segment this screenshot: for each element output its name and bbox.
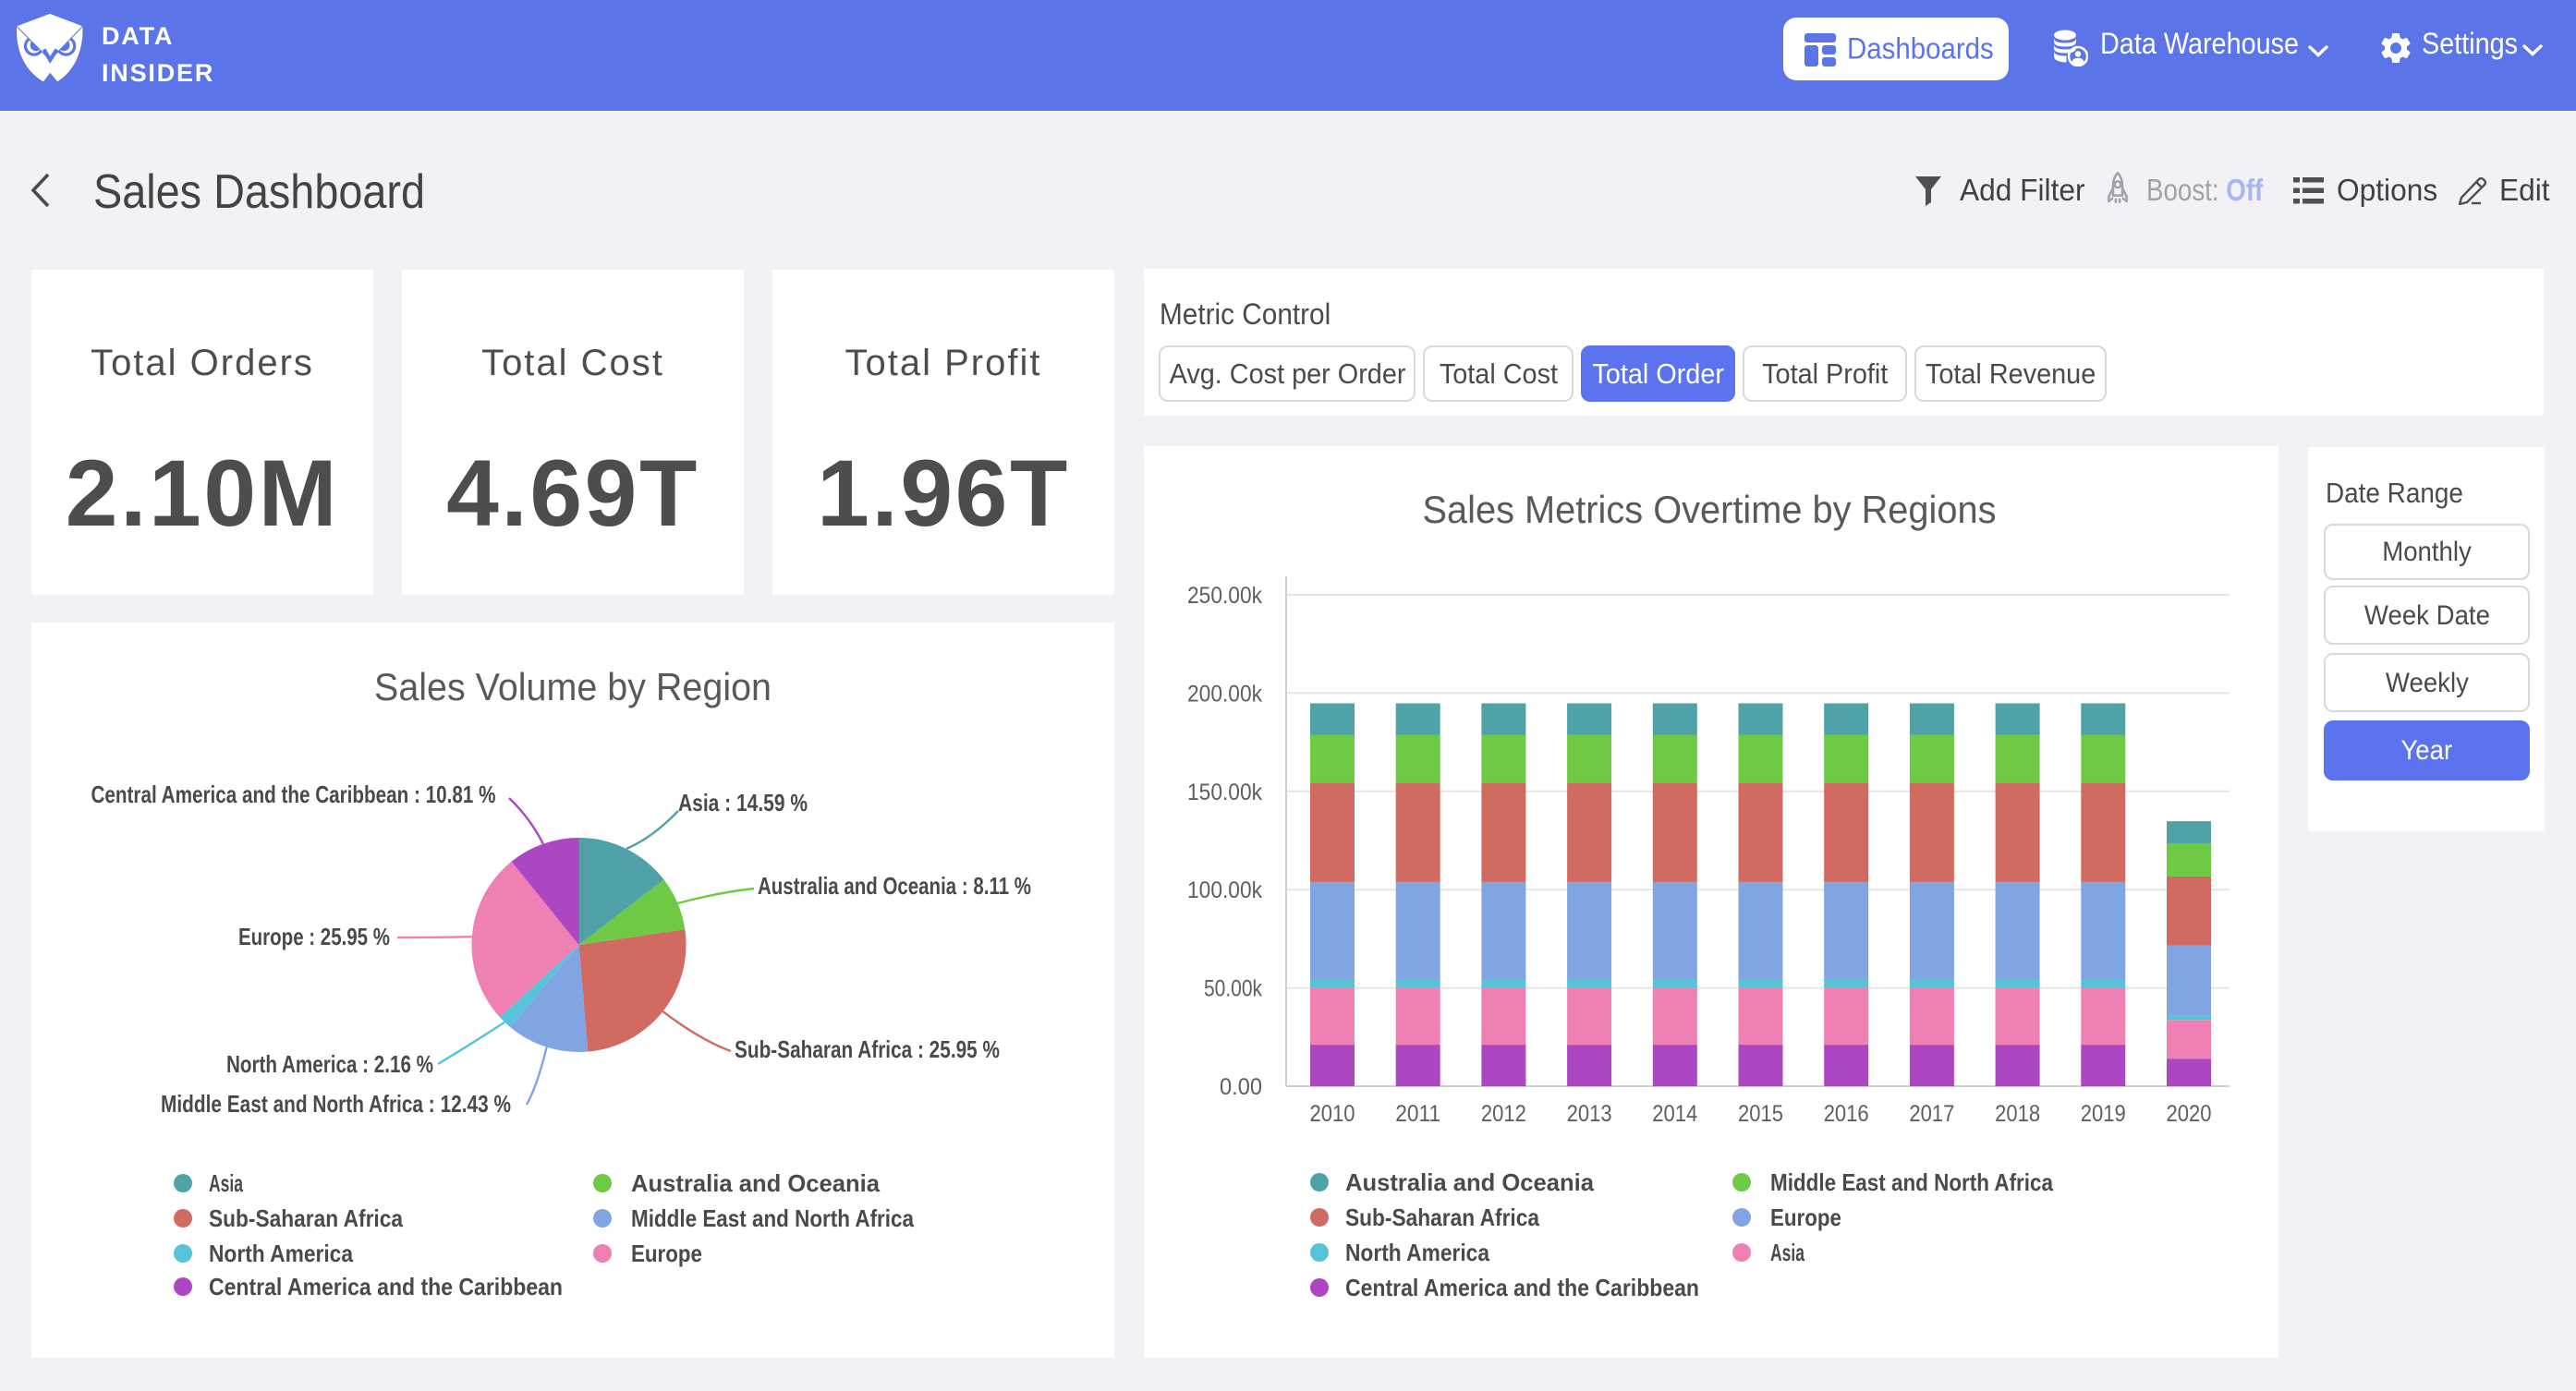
- svg-text:Australia and Oceania: Australia and Oceania: [631, 1169, 881, 1197]
- svg-text:2016: 2016: [1824, 1101, 1869, 1127]
- svg-text:Sales Volume by Region: Sales Volume by Region: [374, 665, 772, 708]
- svg-text:Sub-Saharan Africa : 25.95 %: Sub-Saharan Africa : 25.95 %: [735, 1035, 1000, 1063]
- svg-text:Central America and the Caribb: Central America and the Caribbean: [209, 1273, 563, 1300]
- svg-text:2013: 2013: [1567, 1101, 1612, 1127]
- svg-text:2011: 2011: [1395, 1101, 1440, 1127]
- svg-text:2018: 2018: [1995, 1101, 2040, 1127]
- svg-text:100.00k: 100.00k: [1187, 877, 1262, 903]
- svg-text:150.00k: 150.00k: [1187, 780, 1262, 805]
- svg-text:250.00k: 250.00k: [1187, 583, 1262, 609]
- svg-text:North America : 2.16 %: North America : 2.16 %: [226, 1050, 433, 1078]
- svg-text:Central America and the Caribb: Central America and the Caribbean: [1345, 1274, 1699, 1301]
- svg-text:Middle East and North Africa :: Middle East and North Africa : 12.43 %: [161, 1090, 511, 1118]
- svg-text:Middle East and North Africa: Middle East and North Africa: [631, 1204, 914, 1232]
- svg-text:2010: 2010: [1310, 1101, 1355, 1127]
- svg-text:Australia and Oceania: Australia and Oceania: [1345, 1168, 1595, 1196]
- svg-text:2017: 2017: [1909, 1101, 1954, 1127]
- svg-text:2015: 2015: [1738, 1101, 1783, 1127]
- svg-text:Central America and the Caribb: Central America and the Caribbean : 10.8…: [91, 780, 496, 808]
- svg-text:North America: North America: [1345, 1239, 1489, 1266]
- svg-text:North America: North America: [209, 1240, 353, 1267]
- svg-text:Asia: Asia: [209, 1169, 243, 1197]
- svg-text:Australia and Oceania : 8.11 %: Australia and Oceania : 8.11 %: [758, 872, 1031, 900]
- svg-text:Sales Metrics Overtime by Regi: Sales Metrics Overtime by Regions: [1423, 488, 1997, 531]
- svg-text:Sub-Saharan Africa: Sub-Saharan Africa: [209, 1204, 403, 1232]
- svg-text:200.00k: 200.00k: [1187, 681, 1262, 707]
- svg-text:Sub-Saharan Africa: Sub-Saharan Africa: [1345, 1204, 1539, 1231]
- svg-text:Europe: Europe: [631, 1240, 702, 1267]
- svg-text:2020: 2020: [2167, 1101, 2212, 1127]
- svg-text:Europe : 25.95 %: Europe : 25.95 %: [238, 923, 390, 950]
- svg-text:Asia : 14.59 %: Asia : 14.59 %: [678, 789, 808, 816]
- svg-text:2014: 2014: [1652, 1101, 1697, 1127]
- svg-text:50.00k: 50.00k: [1204, 976, 1262, 1002]
- svg-text:2012: 2012: [1481, 1101, 1526, 1127]
- svg-text:Middle East and North Africa: Middle East and North Africa: [1770, 1168, 2053, 1196]
- svg-text:Europe: Europe: [1770, 1204, 1841, 1231]
- svg-text:Asia: Asia: [1770, 1239, 1804, 1266]
- svg-text:0.00: 0.00: [1220, 1074, 1262, 1100]
- svg-text:2019: 2019: [2081, 1101, 2126, 1127]
